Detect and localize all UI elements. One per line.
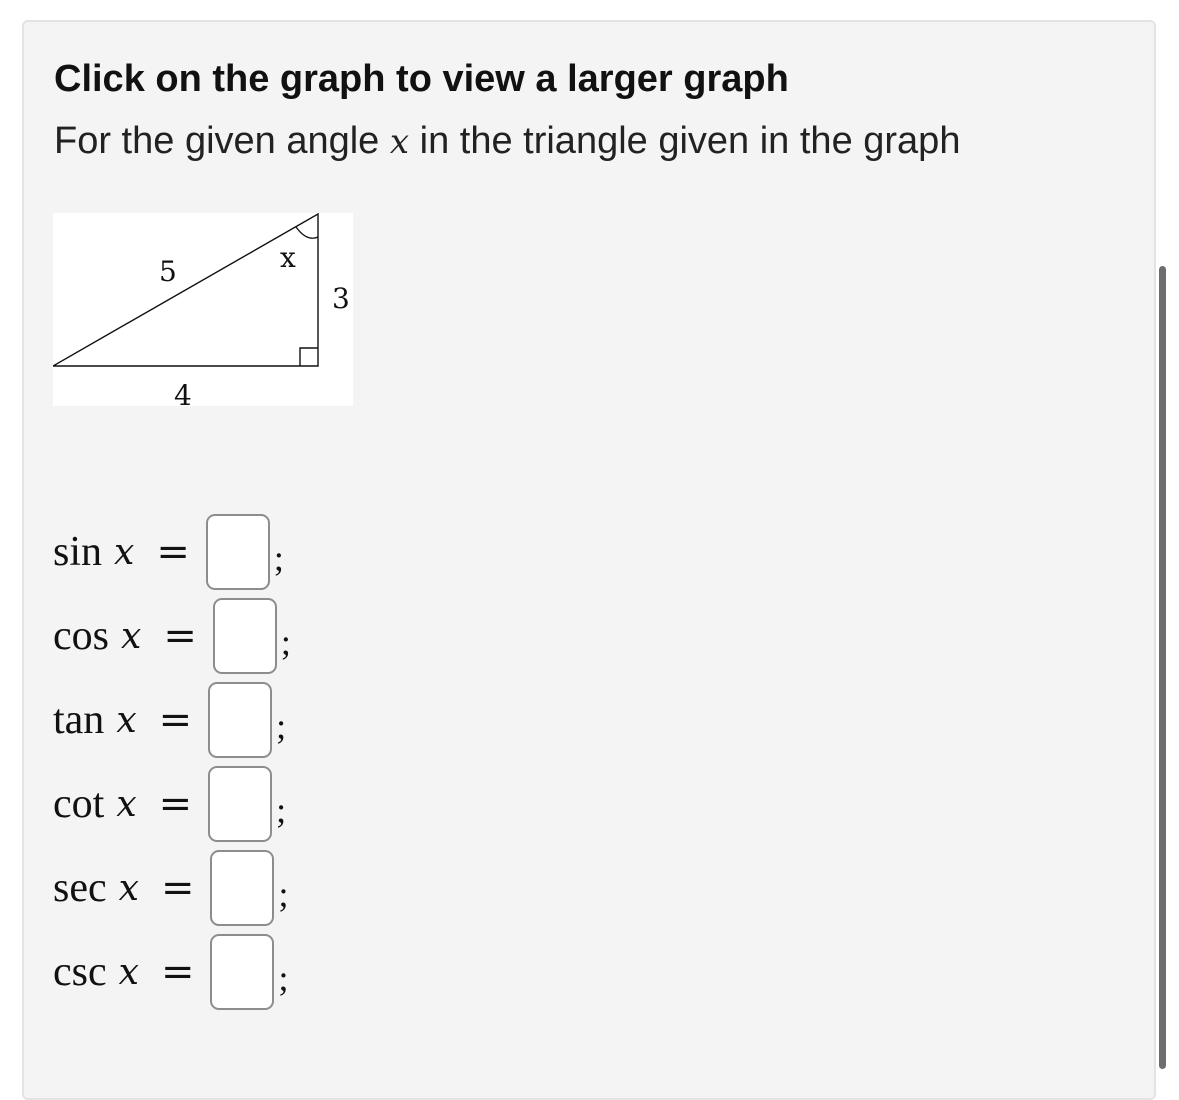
function-name: sin [53, 529, 103, 575]
equation-row-sin: sin x = ; [53, 512, 284, 592]
function-name: csc [53, 949, 107, 995]
equals-sign: = [158, 781, 193, 827]
function-variable: x [116, 699, 137, 741]
vertical-scrollbar[interactable] [1159, 266, 1166, 1069]
separator: ; [276, 790, 287, 830]
right-triangle [53, 213, 319, 367]
equals-sign: = [156, 529, 190, 575]
equals-sign: = [160, 865, 195, 911]
vertical-side-label: 3 [332, 282, 350, 315]
right-angle-marker [299, 347, 318, 366]
angle-variable: x [389, 122, 410, 162]
prompt-text-start: For the given angle [54, 120, 390, 162]
separator: ; [278, 958, 289, 998]
separator: ; [273, 538, 284, 578]
question-card: Click on the graph to view a larger grap… [22, 20, 1156, 1100]
triangle-diagram: 5 3 4 x [53, 213, 350, 406]
cot-answer-input[interactable] [208, 766, 273, 842]
equals-sign: = [163, 613, 197, 659]
function-variable: x [116, 783, 137, 825]
prompt-text-end: in the triangle given in the graph [409, 120, 961, 162]
question-title: Click on the graph to view a larger grap… [54, 58, 789, 100]
cos-answer-input[interactable] [212, 598, 277, 674]
function-variable: x [121, 615, 142, 657]
angle-label: x [280, 241, 296, 274]
function-name: cos [53, 613, 109, 659]
separator: ; [280, 622, 291, 662]
equation-row-tan: tan x = ; [53, 680, 286, 760]
equation-row-sec: sec x = ; [53, 848, 288, 928]
function-name: sec [53, 865, 107, 911]
angle-arc [295, 226, 319, 239]
function-name: cot [53, 781, 105, 827]
hypotenuse-label: 5 [159, 255, 177, 288]
equation-row-csc: csc x = ; [53, 932, 288, 1012]
triangle-graph[interactable]: 5 3 4 x [53, 213, 353, 406]
equation-row-cos: cos x = ; [53, 596, 291, 676]
equals-sign: = [160, 949, 195, 995]
base-label: 4 [174, 379, 192, 406]
separator: ; [276, 706, 287, 746]
function-variable: x [118, 867, 139, 909]
function-variable: x [118, 951, 139, 993]
sec-answer-input[interactable] [210, 850, 275, 926]
tan-answer-input[interactable] [208, 682, 273, 758]
function-variable: x [114, 531, 135, 573]
equation-row-cot: cot x = ; [53, 764, 286, 844]
csc-answer-input[interactable] [210, 934, 275, 1010]
separator: ; [278, 874, 289, 914]
function-name: tan [53, 697, 105, 743]
question-prompt: For the given angle x in the triangle gi… [54, 122, 960, 160]
sin-answer-input[interactable] [205, 514, 270, 590]
equals-sign: = [158, 697, 193, 743]
